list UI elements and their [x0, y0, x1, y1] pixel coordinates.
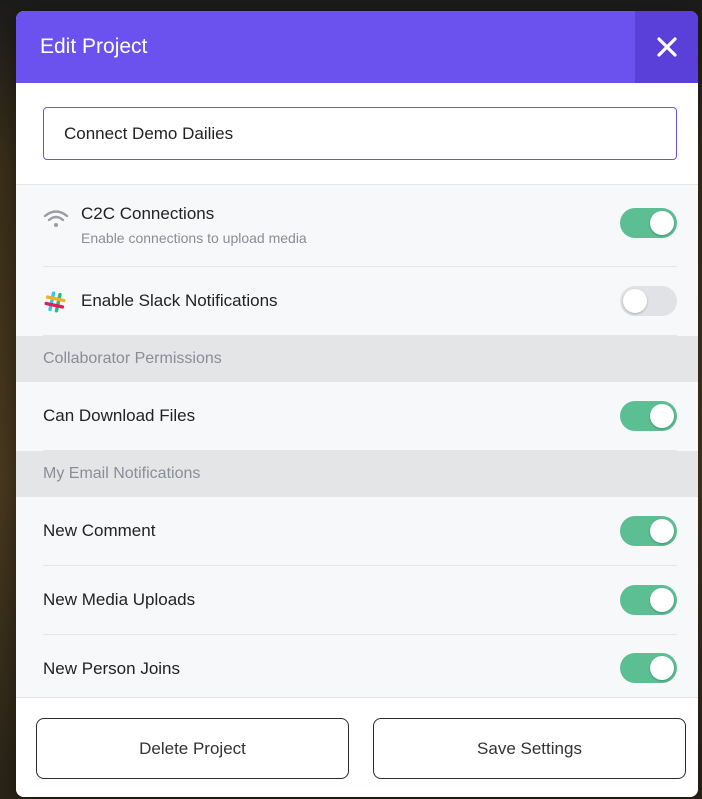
new-person-joins-label: New Person Joins [43, 659, 181, 678]
new-comment-toggle[interactable] [620, 516, 677, 546]
save-settings-button[interactable]: Save Settings [373, 718, 686, 779]
new-media-uploads-toggle[interactable] [620, 585, 677, 615]
new-media-uploads-label: New Media Uploads [43, 590, 196, 609]
modal-footer: Delete Project Save Settings [16, 697, 698, 797]
close-icon [656, 37, 677, 57]
modal-title: Edit Project [40, 35, 148, 58]
project-name-input[interactable] [43, 107, 677, 160]
new-person-joins-toggle[interactable] [620, 653, 677, 683]
can-download-files-toggle[interactable] [620, 401, 677, 431]
slack-notifications-row: Enable Slack Notifications [43, 267, 677, 336]
can-download-files-row: Can Download Files [43, 382, 677, 451]
close-button[interactable] [635, 11, 698, 83]
slack-icon [43, 290, 67, 319]
toggle-knob [650, 404, 674, 428]
toggle-knob [650, 211, 674, 235]
email-notifications-header: My Email Notifications [16, 451, 698, 497]
slack-notifications-toggle[interactable] [620, 286, 677, 316]
collaborator-permissions-title: Collaborator Permissions [43, 350, 222, 367]
new-comment-label: New Comment [43, 521, 156, 540]
toggle-knob [650, 656, 674, 680]
email-notifications-title: My Email Notifications [43, 465, 201, 482]
toggle-knob [650, 588, 674, 612]
c2c-connections-label: C2C Connections [81, 204, 215, 223]
c2c-connections-row: C2C Connections Enable connections to up… [43, 185, 677, 267]
delete-project-button[interactable]: Delete Project [36, 718, 349, 779]
can-download-files-label: Can Download Files [43, 406, 196, 425]
c2c-connections-toggle[interactable] [620, 208, 677, 238]
new-comment-row: New Comment [43, 497, 677, 566]
new-person-joins-row: New Person Joins [43, 635, 677, 697]
collaborator-permissions-header: Collaborator Permissions [16, 336, 698, 382]
wifi-icon [43, 208, 69, 233]
new-media-uploads-row: New Media Uploads [43, 566, 677, 635]
c2c-connections-sublabel: Enable connections to upload media [81, 230, 307, 246]
project-name-area [16, 83, 698, 185]
toggle-knob [650, 519, 674, 543]
edit-project-modal: Edit Project C2C Connections Enable conn… [16, 11, 698, 797]
modal-header: Edit Project [16, 11, 698, 83]
toggle-knob [623, 289, 647, 313]
slack-notifications-label: Enable Slack Notifications [81, 291, 278, 310]
